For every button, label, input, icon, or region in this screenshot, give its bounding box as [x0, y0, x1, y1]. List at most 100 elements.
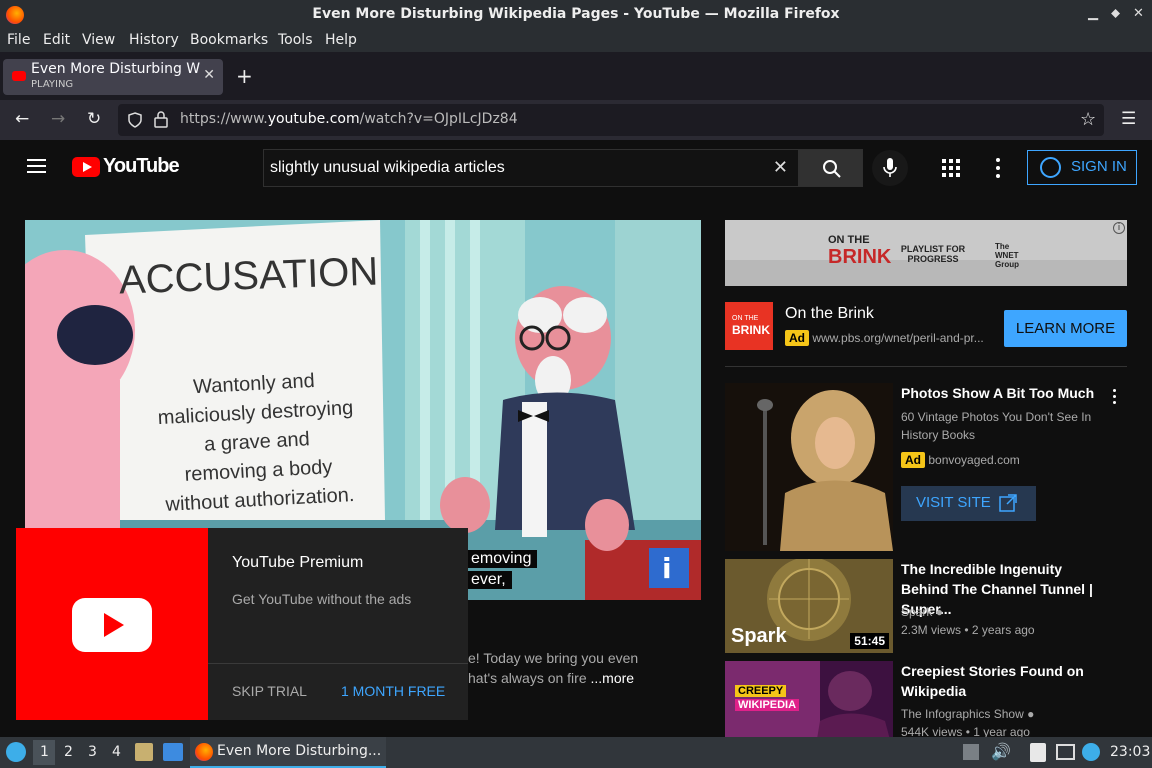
clipboard-icon[interactable]: [1030, 743, 1046, 762]
skip-trial-button[interactable]: SKIP TRIAL: [232, 683, 307, 699]
banner-tagline: PLAYLIST FOR PROGRESS: [900, 244, 966, 264]
premium-title: YouTube Premium: [232, 554, 364, 571]
show-desktop-icon[interactable]: [163, 743, 183, 761]
ad-url: Ad www.pbs.org/wnet/peril-and-pr...: [785, 330, 984, 346]
youtube-favicon-icon: [12, 71, 26, 81]
verified-icon: ●: [1027, 707, 1035, 721]
settings-more-icon[interactable]: [996, 158, 1000, 178]
search-input[interactable]: [270, 157, 770, 179]
menu-file[interactable]: File: [7, 32, 30, 48]
app-menu-icon[interactable]: ☰: [1121, 109, 1136, 129]
clock[interactable]: 23:03: [1110, 744, 1150, 760]
youtube-apps-icon[interactable]: [942, 159, 960, 177]
learn-more-button[interactable]: LEARN MORE: [1004, 310, 1127, 347]
show-more-link[interactable]: ...more: [591, 670, 635, 686]
desktop-1[interactable]: 1: [40, 744, 49, 760]
youtube-brand[interactable]: YouTube: [103, 155, 180, 178]
search-icon: [823, 160, 841, 178]
card-description-1: 60 Vintage Photos You Don't See In: [901, 410, 1092, 424]
lock-icon[interactable]: [154, 111, 168, 128]
youtube-page: YouTube ✕ SIGN IN: [0, 140, 1152, 737]
ad-thumbnail[interactable]: [725, 383, 893, 551]
menu-help[interactable]: Help: [325, 32, 357, 48]
sidebar-video-card[interactable]: Spark 51:45 The Incredible Ingenuity Beh…: [725, 559, 1127, 653]
close-window-icon[interactable]: ✕: [1133, 6, 1144, 21]
video-caption-line-2: ever,: [465, 571, 512, 589]
card-meta: 2.3M views • 2 years ago: [901, 623, 1035, 637]
menu-tools[interactable]: Tools: [278, 32, 313, 48]
thumbnail-text: Spark: [731, 625, 787, 647]
video-duration: 51:45: [850, 633, 889, 649]
ad-badge: Ad: [901, 452, 925, 468]
forward-icon[interactable]: →: [51, 109, 65, 129]
menu-bar: File Edit View History Bookmarks Tools H…: [0, 30, 1152, 52]
back-icon[interactable]: ←: [15, 109, 29, 129]
card-title[interactable]: Creepiest Stories Found on Wikipedia: [901, 661, 1101, 701]
close-tab-icon[interactable]: ✕: [203, 67, 215, 83]
thumbnail-text-top: CREEPY: [735, 685, 787, 697]
tab-bar: Even More Disturbing Wi PLAYING ✕ +: [0, 52, 1152, 100]
search-box: ✕: [263, 149, 799, 187]
sidebar-video-card[interactable]: CREEPY WIKIPEDIA Creepiest Stories Found…: [725, 661, 1127, 737]
sidebar-ad-card[interactable]: Photos Show A Bit Too Much 60 Vintage Ph…: [725, 383, 1127, 551]
card-domain: Ad bonvoyaged.com: [901, 451, 1020, 469]
video-thumbnail[interactable]: CREEPY WIKIPEDIA: [725, 661, 893, 737]
bookmark-star-icon[interactable]: ☆: [1080, 109, 1096, 130]
search-button[interactable]: [799, 149, 863, 187]
taskbar-firefox-task[interactable]: Even More Disturbing...: [190, 737, 386, 768]
ad-banner[interactable]: ON THE BRINK PLAYLIST FOR PROGRESS The W…: [725, 220, 1127, 286]
minimize-icon[interactable]: ▁: [1088, 6, 1098, 21]
microphone-icon: [883, 158, 897, 177]
channel-watermark-icon[interactable]: i: [662, 552, 672, 585]
card-title[interactable]: Photos Show A Bit Too Much: [901, 383, 1101, 403]
start-menu-icon[interactable]: [6, 742, 26, 762]
verified-icon: ●: [935, 605, 943, 619]
menu-view[interactable]: View: [82, 32, 115, 48]
month-free-button[interactable]: 1 MONTH FREE: [341, 683, 445, 699]
guide-menu-icon[interactable]: [27, 159, 46, 173]
account-icon: [1040, 157, 1061, 178]
maximize-icon[interactable]: ⬥: [1111, 6, 1120, 21]
voice-search-button[interactable]: [872, 150, 908, 186]
premium-subtitle: Get YouTube without the ads: [232, 591, 412, 607]
video-description[interactable]: e! Today we bring you even hat's always …: [468, 648, 638, 688]
url-bar[interactable]: https://www.youtube.com/watch?v=OJpILcJD…: [118, 104, 1104, 136]
firefox-icon: [195, 743, 213, 761]
volume-icon[interactable]: 🔊: [991, 742, 1011, 761]
card-channel[interactable]: The Infographics Show ●: [901, 705, 1034, 723]
card-menu-icon[interactable]: [1113, 389, 1117, 405]
network-icon[interactable]: [1056, 744, 1075, 760]
banner-brand-top: ON THE: [828, 234, 870, 246]
new-tab-button[interactable]: +: [236, 64, 253, 88]
menu-bookmarks[interactable]: Bookmarks: [190, 32, 268, 48]
sidebar-divider: [725, 366, 1127, 367]
visit-site-button[interactable]: VISIT SITE: [901, 486, 1036, 521]
notification-icon[interactable]: [1082, 743, 1100, 761]
advertiser-logo: ON THE BRINK: [725, 302, 773, 350]
video-caption-line-1: emoving: [465, 550, 538, 568]
desktop-4[interactable]: 4: [112, 744, 121, 760]
ad-info-icon[interactable]: i: [1113, 222, 1125, 234]
desktop-3[interactable]: 3: [88, 744, 97, 760]
tray-expand-icon[interactable]: [963, 744, 979, 760]
ad-companion[interactable]: ON THE BRINK On the Brink Ad www.pbs.org…: [725, 302, 1127, 354]
clear-search-icon[interactable]: ✕: [773, 157, 788, 178]
sign-in-button[interactable]: SIGN IN: [1027, 150, 1137, 185]
desktop-2[interactable]: 2: [64, 744, 73, 760]
youtube-logo-icon[interactable]: [72, 157, 100, 177]
premium-divider: [208, 663, 468, 664]
menu-history[interactable]: History: [129, 32, 179, 48]
ad-title[interactable]: On the Brink: [785, 305, 874, 323]
url-text[interactable]: https://www.youtube.com/watch?v=OJpILcJD…: [180, 111, 518, 127]
ad-thumbnail-image: [725, 383, 893, 551]
reload-icon[interactable]: ↻: [87, 109, 101, 129]
tab-youtube[interactable]: Even More Disturbing Wi PLAYING ✕: [3, 59, 223, 95]
card-description-2: History Books: [901, 428, 976, 442]
video-thumbnail[interactable]: Spark 51:45: [725, 559, 893, 653]
shield-icon[interactable]: [127, 112, 143, 128]
file-manager-icon[interactable]: [135, 743, 153, 761]
menu-edit[interactable]: Edit: [43, 32, 70, 48]
banner-brand-bottom: BRINK: [828, 246, 892, 268]
card-channel[interactable]: Spark ●: [901, 603, 943, 621]
window-titlebar: Even More Disturbing Wikipedia Pages - Y…: [0, 0, 1152, 30]
